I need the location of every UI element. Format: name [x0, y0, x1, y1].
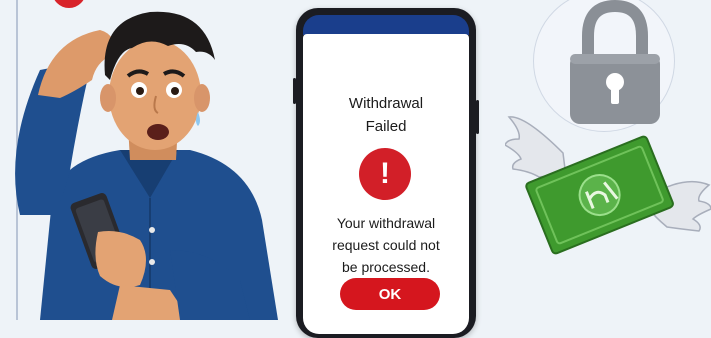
phone-side-button: [293, 78, 296, 104]
worried-man-illustration: [15, 11, 278, 320]
winged-banknote-icon: [505, 116, 711, 255]
smartphone: Withdrawal Failed ! Your withdrawal requ…: [293, 8, 479, 338]
ok-button[interactable]: OK: [340, 278, 440, 310]
illustration-scene: Withdrawal Failed ! Your withdrawal requ…: [0, 0, 711, 338]
phone-side-button: [476, 100, 479, 134]
error-dialog: Withdrawal Failed ! Your withdrawal requ…: [303, 34, 469, 334]
exclamation-icon: !: [359, 148, 411, 200]
open-mouth: [147, 124, 169, 140]
phone-status-bar: [303, 15, 469, 35]
dialog-message: Your withdrawal request could not be pro…: [332, 215, 440, 275]
dialog-title: Withdrawal Failed: [348, 95, 424, 135]
